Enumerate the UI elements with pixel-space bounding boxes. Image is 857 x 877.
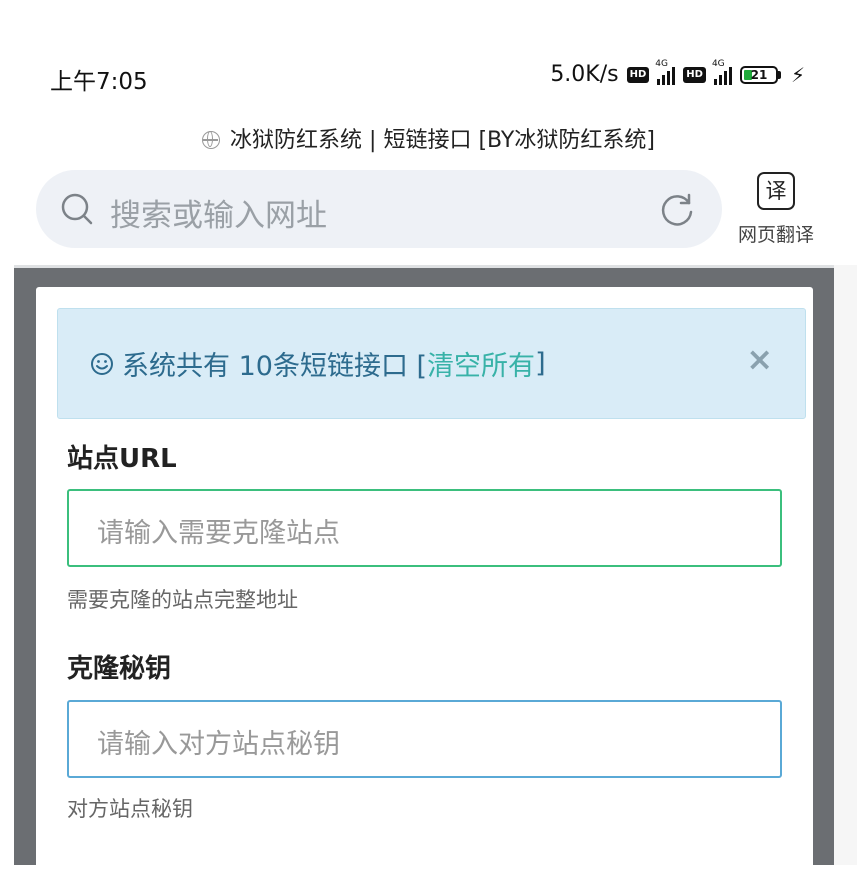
translate-icon: 译 — [757, 172, 795, 210]
status-indicators: 5.0K/s HD 4G HD 4G 21 ⚡ — [550, 59, 805, 88]
address-input[interactable]: 搜索或输入网址 — [110, 190, 327, 235]
clone-key-placeholder: 请输入对方站点秘钥 — [97, 729, 340, 760]
hd-icon: HD — [626, 66, 650, 83]
alert-message: 系统共有 10条短链接口 [清空所有] — [90, 344, 546, 383]
site-url-help: 需要克隆的站点完整地址 — [67, 588, 298, 612]
battery-icon: 21 — [739, 65, 781, 84]
globe-icon — [202, 131, 221, 149]
translate-label: 网页翻译 — [737, 224, 814, 246]
network-speed: 5.0K/s — [550, 62, 619, 87]
status-bar: 上午7:05 5.0K/s HD 4G HD 4G 21 ⚡ — [0, 0, 857, 110]
smiley-icon — [91, 352, 113, 375]
scroll-edge — [834, 265, 857, 865]
clone-key-label: 克隆秘钥 — [67, 654, 172, 684]
translate-button[interactable]: 译 网页翻译 — [728, 172, 824, 247]
reload-icon[interactable] — [658, 190, 696, 228]
address-bar[interactable]: 搜索或输入网址 — [36, 170, 722, 248]
site-url-input[interactable]: 请输入需要克隆站点 — [67, 489, 782, 567]
page-title-text: 冰狱防红系统 | 短链接口 [BY冰狱防红系统] — [230, 128, 655, 153]
close-icon[interactable]: × — [746, 341, 773, 377]
clone-key-input[interactable]: 请输入对方站点秘钥 — [67, 700, 782, 778]
battery-level: 21 — [750, 67, 768, 82]
charging-icon: ⚡ — [790, 62, 805, 87]
signal-icon-2: 4G — [712, 59, 732, 85]
clone-key-help: 对方站点秘钥 — [67, 797, 193, 821]
site-url-label: 站点URL — [67, 444, 177, 474]
alert-text-end: ] — [535, 348, 546, 379]
page-title: 冰狱防红系统 | 短链接口 [BY冰狱防红系统] — [0, 122, 857, 154]
search-icon — [61, 193, 93, 225]
alert-text: 系统共有 10条短链接口 [ — [122, 351, 428, 382]
divider — [14, 265, 834, 268]
hd-icon-2: HD — [683, 66, 706, 83]
site-url-placeholder: 请输入需要克隆站点 — [97, 518, 340, 549]
signal-icon: 4G — [655, 59, 676, 85]
clear-all-link[interactable]: 清空所有 — [427, 344, 535, 383]
info-alert: 系统共有 10条短链接口 [清空所有] × — [57, 308, 806, 419]
status-time: 上午7:05 — [50, 69, 148, 95]
